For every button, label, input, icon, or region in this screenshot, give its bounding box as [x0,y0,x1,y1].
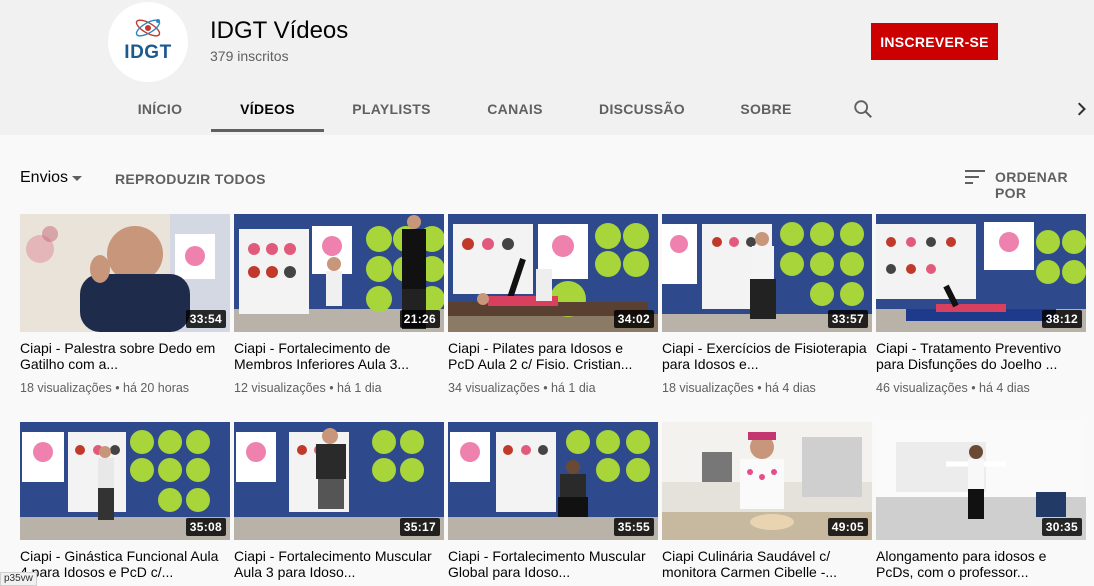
video-thumbnail[interactable]: 35:08 [20,422,230,540]
videos-subbar: Envios REPRODUZIR TODOS ORDENAR POR [0,155,1094,201]
video-duration: 49:05 [827,518,868,536]
video-title[interactable]: Ciapi - Fortalecimento Muscular Aula 3 p… [234,548,439,580]
video-metadata: 18 visualizações • há 4 dias [662,381,816,395]
channel-tabs: INÍCIO VÍDEOS PLAYLISTS CANAIS DISCUSSÃO… [0,86,1094,134]
sort-icon[interactable] [964,168,986,186]
tab-playlists[interactable]: PLAYLISTS [344,86,439,132]
status-bar-url: p35vw [0,572,37,586]
video-thumbnail[interactable]: 35:55 [448,422,658,540]
video-metadata: 34 visualizações • há 1 dia [448,381,596,395]
video-title[interactable]: Ciapi Culinária Saudável c/ monitora Car… [662,548,867,580]
avatar-logo-text: IDGT [124,42,172,63]
uploads-dropdown-label[interactable]: Envios [20,169,68,187]
channel-avatar[interactable]: IDGT [108,2,188,82]
video-thumbnail[interactable]: 33:57 [662,214,872,332]
sort-by-button[interactable]: ORDENAR POR [995,169,1094,201]
tab-videos[interactable]: VÍDEOS [211,86,324,132]
video-duration: 21:26 [399,310,440,328]
search-icon[interactable] [852,98,874,120]
tab-sobre[interactable]: SOBRE [734,86,798,132]
video-title[interactable]: Ciapi - Tratamento Preventivo para Disfu… [876,340,1081,372]
video-duration: 34:02 [613,310,654,328]
subscriber-count: 379 inscritos [210,48,289,64]
video-duration: 33:54 [185,310,226,328]
video-thumbnail[interactable]: 35:17 [234,422,444,540]
video-metadata: 46 visualizações • há 4 dias [876,381,1030,395]
video-metadata: 18 visualizações • há 20 horas [20,381,190,395]
video-thumbnail[interactable]: 33:54 [20,214,230,332]
video-duration: 33:57 [827,310,868,328]
video-thumbnail[interactable]: 38:12 [876,214,1086,332]
video-title[interactable]: Ciapi - Palestra sobre Dedo em Gatilho c… [20,340,225,372]
channel-name: IDGT Vídeos [210,17,349,44]
caret-down-icon[interactable] [70,171,84,185]
video-title[interactable]: Ciapi - Pilates para Idosos e PcD Aula 2… [448,340,653,372]
channel-header: IDGT IDGT Vídeos 379 inscritos INSCREVER… [0,0,1094,135]
video-duration: 35:17 [399,518,440,536]
video-duration: 35:08 [185,518,226,536]
video-duration: 30:35 [1041,518,1082,536]
chevron-right-icon[interactable] [1072,99,1092,119]
video-duration: 38:12 [1041,310,1082,328]
active-tab-indicator [211,129,324,132]
video-title[interactable]: Ciapi - Exercícios de Fisioterapia para … [662,340,867,372]
video-thumbnail[interactable]: 21:26 [234,214,444,332]
video-metadata: 12 visualizações • há 1 dia [234,381,382,395]
video-title[interactable]: Ciapi - Fortalecimento de Membros Inferi… [234,340,439,372]
video-title[interactable]: Alongamento para idosos e PcDs, com o pr… [876,548,1081,580]
subscribe-button[interactable]: INSCREVER-SE [871,23,998,60]
video-title[interactable]: Ciapi - Ginástica Funcional Aula 4 para … [20,548,225,580]
video-duration: 35:55 [613,518,654,536]
video-thumbnail[interactable]: 49:05 [662,422,872,540]
video-thumbnail[interactable]: 30:35 [876,422,1086,540]
video-title[interactable]: Ciapi - Fortalecimento Muscular Global p… [448,548,653,580]
tab-discussao[interactable]: DISCUSSÃO [594,86,690,132]
play-all-button[interactable]: REPRODUZIR TODOS [115,171,266,187]
tab-inicio[interactable]: INÍCIO [126,86,194,132]
tab-canais[interactable]: CANAIS [476,86,554,132]
video-thumbnail[interactable]: 34:02 [448,214,658,332]
